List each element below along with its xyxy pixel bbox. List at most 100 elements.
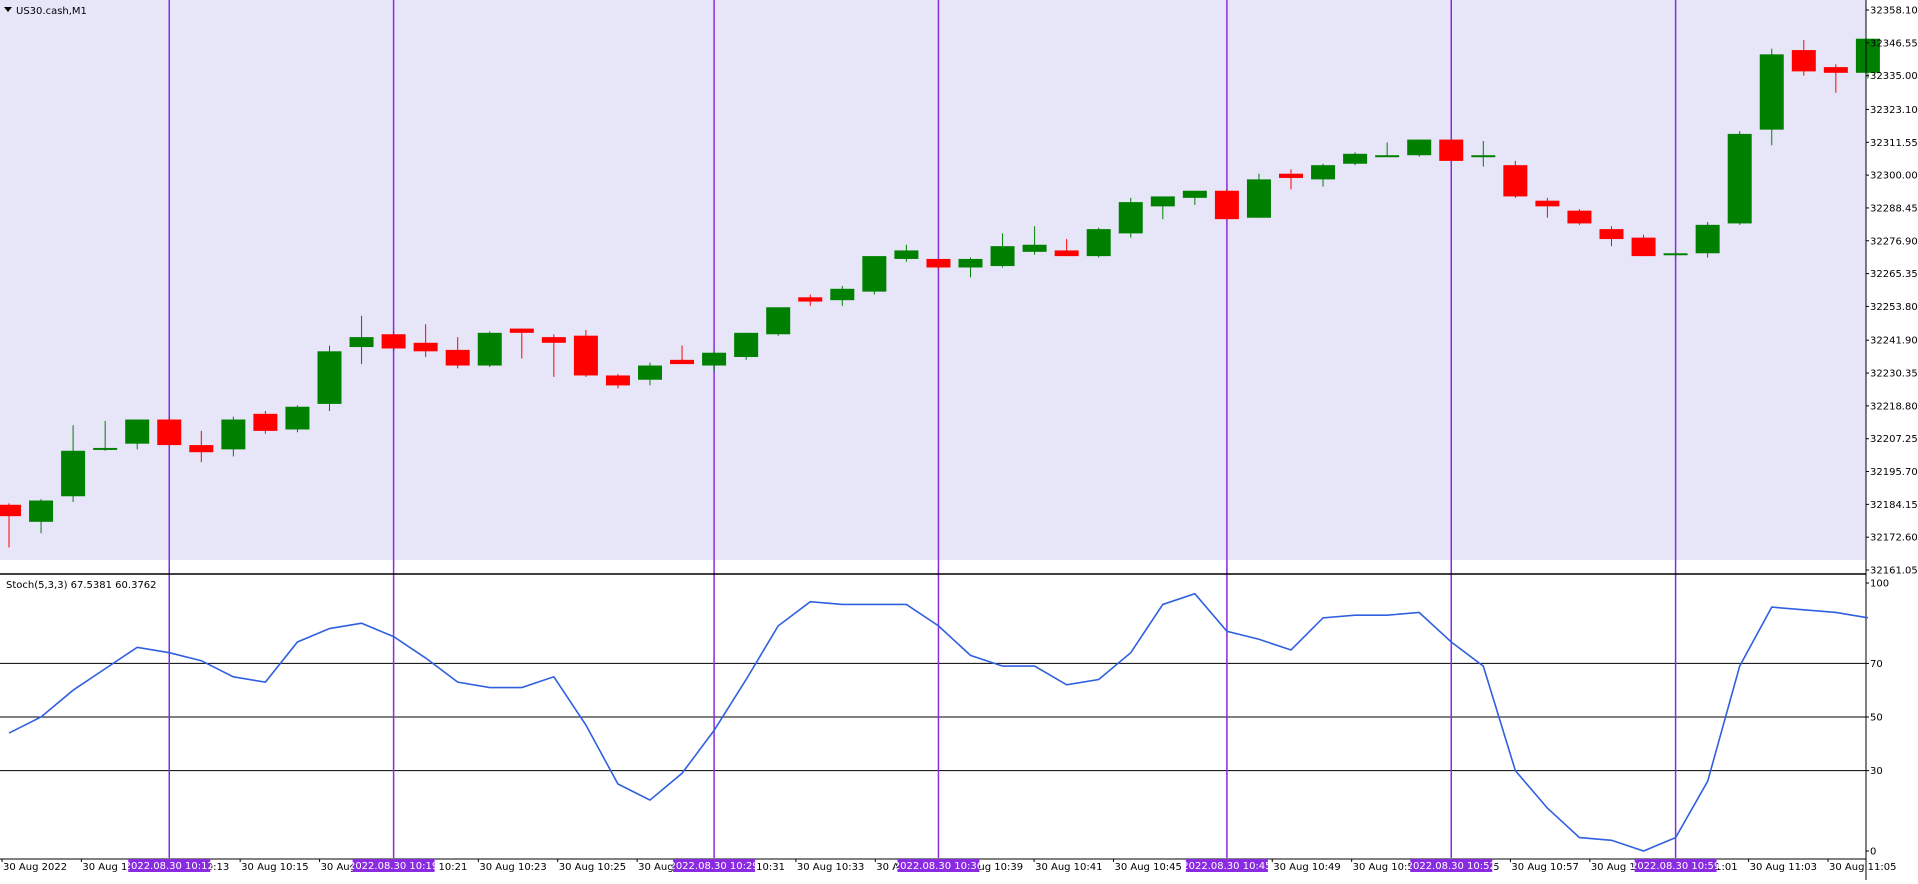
candle-body — [766, 307, 791, 335]
candle-body — [1311, 165, 1336, 180]
indicator-label: Stoch(5,3,3) 67.5381 60.3762 — [6, 580, 157, 591]
candle-body — [926, 258, 951, 268]
candle-body — [734, 332, 759, 357]
candle — [253, 410, 278, 434]
candle-body — [894, 250, 919, 259]
price-tick-label: 32335.00 — [1870, 71, 1918, 82]
candle — [477, 331, 502, 367]
candle-body — [1535, 200, 1560, 207]
candle — [1214, 189, 1239, 220]
stochastic-axis[interactable]: 100 70 50 30 0 — [1866, 579, 1889, 858]
price-tick-label: 32265.35 — [1870, 269, 1918, 280]
marker-time-label: 2022.08.30 10:12 — [125, 861, 214, 872]
candle — [1118, 197, 1143, 238]
time-tick-label: 30 Aug 10:15 — [241, 862, 308, 873]
stoch-tick-label: 50 — [1870, 713, 1883, 724]
candle-body — [1599, 229, 1624, 240]
candle-body — [1246, 179, 1271, 218]
candle-body — [1022, 244, 1047, 252]
price-panel[interactable]: US30.cash,M1 32358.1032346.5532335.00323… — [0, 0, 1918, 880]
price-tick-label: 32218.80 — [1870, 401, 1918, 412]
candle-body — [1759, 54, 1784, 130]
candle — [1246, 173, 1271, 218]
time-tick-label: 30 Aug 10:45 — [1114, 862, 1181, 873]
candle — [285, 405, 310, 433]
candle — [1407, 139, 1432, 157]
symbol-label: US30.cash,M1 — [16, 6, 87, 17]
price-tick-label: 32230.35 — [1870, 369, 1918, 380]
candle-body — [221, 419, 246, 450]
price-tick-label: 32288.45 — [1870, 203, 1918, 214]
candle-body — [509, 328, 534, 333]
candle-body — [1791, 50, 1816, 72]
candle-body — [1695, 224, 1720, 254]
time-tick-label: 30 Aug 2022 — [3, 862, 67, 873]
time-tick-label: 30 Aug 10:41 — [1035, 862, 1102, 873]
candle-body — [1439, 139, 1464, 161]
time-tick-label: 30 Aug 10:57 — [1511, 862, 1578, 873]
time-tick-label: 30 Aug 10:23 — [479, 862, 546, 873]
candle-body — [189, 445, 214, 453]
price-tick-label: 32323.10 — [1870, 105, 1918, 116]
chart-canvas[interactable]: US30.cash,M1 32358.1032346.5532335.00323… — [0, 0, 1918, 880]
time-tick-label: 30 Aug 10:25 — [559, 862, 626, 873]
candle — [926, 258, 951, 269]
candle-body — [1375, 155, 1400, 158]
price-tick-label: 32161.05 — [1870, 566, 1918, 577]
candle-body — [1503, 165, 1528, 197]
candle-body — [670, 359, 695, 365]
candle — [317, 345, 342, 411]
candle-body — [61, 450, 86, 497]
candle-body — [990, 246, 1015, 267]
candle-body — [1567, 210, 1592, 224]
candle — [862, 256, 887, 295]
candle — [1343, 152, 1368, 166]
stochastic-panel[interactable]: Stoch(5,3,3) 67.5381 60.3762 100 70 50 30 0 — [0, 574, 1889, 858]
candle-body — [1054, 250, 1079, 257]
candle-body — [830, 288, 855, 301]
candle-body — [1663, 253, 1688, 256]
marker-time-label: 2022.08.30 10:59 — [1631, 861, 1720, 872]
candle — [1503, 160, 1528, 198]
candle-body — [0, 504, 21, 517]
price-tick-label: 32311.55 — [1870, 138, 1918, 149]
marker-time-label: 2022.08.30 10:52 — [1407, 861, 1496, 872]
price-tick-label: 32241.90 — [1870, 336, 1918, 347]
price-panel-background — [0, 0, 1866, 560]
stochastic-vertical-markers — [168, 574, 1677, 858]
candle-body — [862, 256, 887, 292]
candle — [573, 330, 598, 377]
candle-body — [125, 419, 150, 444]
candle-body — [702, 352, 727, 366]
candle — [1439, 139, 1464, 161]
candle-body — [1727, 133, 1752, 224]
candle-body — [381, 334, 406, 349]
marker-time-labels: 2022.08.30 10:12 2022.08.30 10:19 2022.08.… — [125, 859, 1720, 872]
price-tick-label: 32253.80 — [1870, 302, 1918, 313]
trading-chart[interactable]: US30.cash,M1 32358.10 32346.55 32335.00 323… — [0, 0, 1918, 880]
candle-body — [605, 375, 630, 386]
price-tick-label: 32195.70 — [1870, 467, 1918, 478]
candle-body — [1407, 139, 1432, 156]
price-tick-label: 32276.90 — [1870, 236, 1918, 247]
candle-body — [1214, 190, 1239, 220]
candle-body — [1182, 190, 1207, 198]
candle — [381, 331, 406, 352]
candle-body — [477, 332, 502, 366]
candle-body — [958, 258, 983, 268]
candle — [1695, 222, 1720, 258]
candle-body — [1086, 229, 1111, 257]
candle-body — [1118, 202, 1143, 234]
time-tick-label: 30 Aug 10:33 — [797, 862, 864, 873]
stoch-tick-label: 100 — [1870, 579, 1889, 590]
price-axis[interactable]: 32358.10 32346.55 32335.00 32323.10 32311.55… — [1865, 0, 1918, 880]
candle — [1727, 131, 1752, 225]
candle — [734, 332, 759, 360]
price-tick-label: 32207.25 — [1870, 434, 1918, 445]
candle-body — [29, 500, 54, 522]
candle-body — [1343, 153, 1368, 164]
candle-body — [1631, 237, 1656, 257]
candle-body — [638, 365, 662, 380]
time-tick-label: 30 Aug 11:05 — [1829, 862, 1896, 873]
candle-body — [253, 413, 278, 431]
